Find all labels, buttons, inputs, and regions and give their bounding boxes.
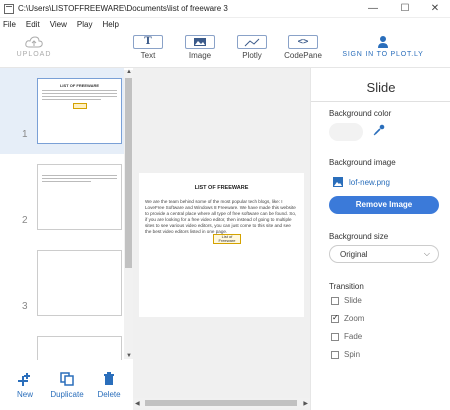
slide-item-4[interactable] [0,326,124,360]
slide-properties-panel: Slide Background color Background image … [310,68,450,410]
background-image-label: Background image [329,158,396,167]
new-label: New [16,390,33,399]
background-color-swatch[interactable] [329,123,363,141]
plotly-tool-label: Plotly [242,51,262,60]
delete-slide-button[interactable]: Delete [94,372,124,399]
image-file-icon [333,177,343,187]
transition-spin-checkbox[interactable] [331,351,339,359]
transition-zoom-label: Zoom [344,314,365,323]
text-tool-button[interactable]: T Text [130,35,166,60]
window-title: C:\Users\LISTOFFREEWARE\Documents\list o… [18,4,228,13]
minimize-button[interactable]: — [358,0,388,18]
background-size-label: Background size [329,232,389,241]
codepane-tool-button[interactable]: <> CodePane [284,35,322,60]
duplicate-label: Duplicate [50,390,84,399]
menu-bar: File Edit View Play Help [0,18,450,32]
remove-image-button[interactable]: Remove Image [329,196,439,214]
duplicate-slide-button[interactable]: Duplicate [47,372,87,399]
scroll-down-arrow[interactable]: ▼ [126,353,132,359]
close-button[interactable]: ✕ [420,0,450,18]
preview-body: We are the team behind some of the most … [145,199,297,234]
trash-icon [104,372,114,385]
code-icon: <> [288,35,318,49]
title-bar: C:\Users\LISTOFFREEWARE\Documents\list o… [0,0,450,18]
chevron-down-icon: ⌵ [423,249,430,258]
transition-fade-label: Fade [344,332,363,341]
new-slide-button[interactable]: New [10,372,40,399]
slide-list-scrollbar[interactable]: ▲ ▼ [124,69,133,359]
slide-canvas: LIST OF FREEWARE We are the team behind … [133,68,310,410]
slide-thumbnail [37,164,122,230]
slide-thumbnail [37,250,122,316]
upload-label: UPLOAD [16,51,52,58]
menu-play[interactable]: Play [77,18,93,32]
menu-edit[interactable]: Edit [26,18,40,32]
image-icon [185,35,215,49]
plotly-tool-button[interactable]: Plotly [234,35,270,60]
add-slide-icon [18,373,30,386]
slide-thumbnail: LIST OF FREEWARE [37,78,122,144]
toolbar: UPLOAD T Text Image Plotly <> CodePane S… [0,32,450,68]
scroll-up-arrow[interactable]: ▲ [126,69,132,75]
slide-number: 3 [22,301,28,312]
transition-zoom-checkbox[interactable] [331,313,339,323]
thumb-logo [72,103,87,109]
menu-file[interactable]: File [3,18,16,32]
preview-title: LIST OF FREEWARE [194,185,249,191]
duplicate-icon [60,372,74,386]
upload-button[interactable]: UPLOAD [16,35,52,58]
chart-icon [237,35,267,49]
sign-in-button[interactable]: SIGN IN TO PLOT.LY [340,35,426,58]
eyedropper-icon[interactable] [373,124,385,136]
slide-item-1[interactable]: 1 LIST OF FREEWARE [0,68,124,154]
transition-spin-label: Spin [344,350,361,359]
background-size-value: Original [340,250,368,259]
scroll-right-arrow[interactable]: ▶ [303,400,308,407]
background-image-filename[interactable]: lof-new.png [349,178,390,187]
sign-in-label: SIGN IN TO PLOT.LY [342,51,424,58]
canvas-horizontal-scrollbar[interactable]: ◀ ▶ [133,398,310,408]
menu-help[interactable]: Help [102,18,118,32]
logo-text-2: Freeware [218,238,236,243]
panel-divider [311,101,450,102]
menu-view[interactable]: View [50,18,67,32]
maximize-button[interactable]: ☐ [390,0,420,18]
slide-actions: New Duplicate Delete [0,360,133,410]
slide-preview[interactable]: LIST OF FREEWARE We are the team behind … [139,173,304,317]
transition-label: Transition [329,282,364,291]
slide-list: 1 LIST OF FREEWARE 2 3 [0,68,133,360]
text-icon: T [133,35,163,49]
transition-fade-checkbox[interactable] [331,333,339,341]
slide-item-3[interactable]: 3 [0,240,124,326]
panel-title: Slide [366,80,396,95]
transition-slide-label: Slide [344,296,362,305]
background-color-label: Background color [329,109,392,118]
app-icon [4,4,14,14]
freeware-logo: List of Freeware [213,234,241,244]
background-size-select[interactable]: Original ⌵ [329,245,439,263]
slide-number: 2 [22,215,28,226]
codepane-tool-label: CodePane [284,51,322,60]
slide-thumbnail [37,336,122,360]
transition-slide-checkbox[interactable] [331,297,339,305]
slide-number: 1 [22,129,28,140]
delete-label: Delete [97,390,121,399]
scroll-left-arrow[interactable]: ◀ [135,400,140,407]
image-tool-button[interactable]: Image [182,35,218,60]
cloud-upload-icon [25,36,43,48]
slide-item-2[interactable]: 2 [0,154,124,240]
text-tool-label: Text [140,51,156,60]
scrollbar-thumb[interactable] [125,78,132,268]
thumb-title: LIST OF FREEWARE [59,83,100,88]
image-tool-label: Image [188,51,212,60]
horizontal-scrollbar-thumb[interactable] [145,400,297,406]
user-icon [378,36,388,48]
